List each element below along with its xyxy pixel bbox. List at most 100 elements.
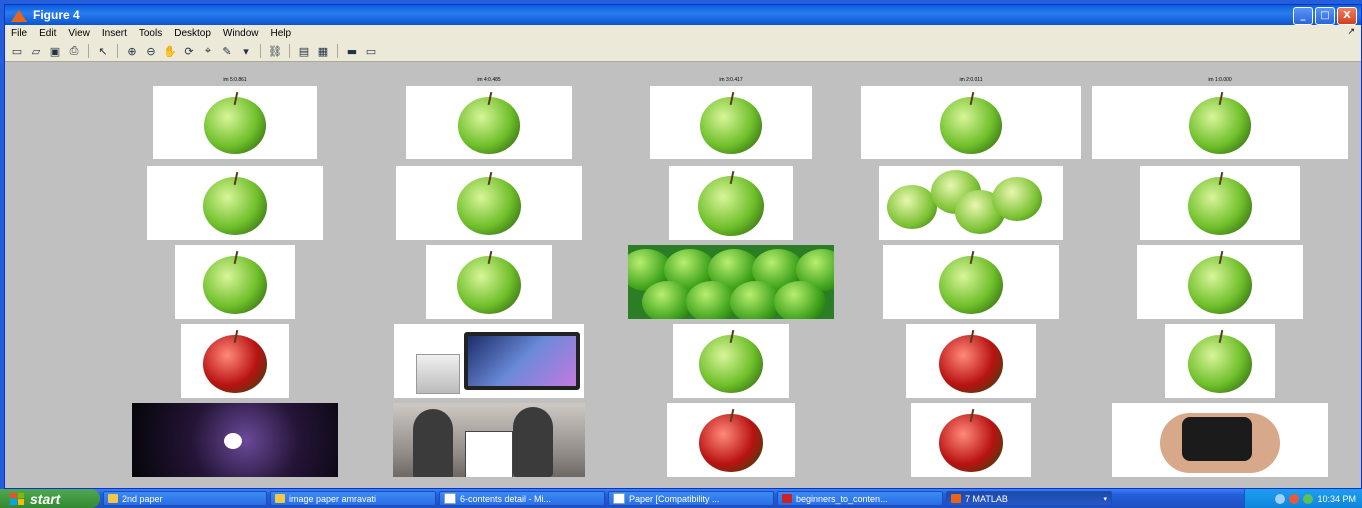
subplot-title: im 4:0.485 [477,77,501,83]
subplot-title [175,236,295,243]
show-plot-tools-icon[interactable]: ▭ [363,43,379,59]
dock-arrow-icon[interactable]: ↗ [1347,26,1355,37]
apple-shape [699,335,763,393]
rotate-3d-icon[interactable]: ⟳ [181,43,197,59]
taskbar-item-label: image paper amravati [289,493,377,504]
network-icon[interactable] [1275,493,1286,504]
apple-shape [1188,335,1252,393]
window-title: Figure 4 [33,8,80,22]
subplot-title [1160,236,1280,243]
edit-plot-arrow-icon[interactable]: ↖ [95,43,111,59]
image-tile-green-apple [1092,86,1348,159]
menu-tools[interactable]: Tools [133,28,168,39]
taskbar-item[interactable]: Paper [Compatibility ... [608,491,774,506]
image-tile-apple-logo-dark [132,403,338,477]
apple-shape [697,175,765,237]
apple-shape [699,97,763,154]
title-bar[interactable]: Figure 4 _ □ X [5,5,1361,25]
start-button[interactable]: start [0,489,100,508]
folder-icon [275,494,285,503]
image-tile-green-apple-wet [147,166,323,240]
taskbar-item[interactable]: 2nd paper [103,491,267,506]
figure-canvas: im 5:0.861 im 4:0.485 im 3:0.417 im 2:0.011… [5,62,1361,488]
apple-shape [1188,177,1252,235]
legend-icon[interactable]: ▦ [315,43,331,59]
toolbar-separator [337,44,338,58]
taskbar-item[interactable]: 6-contents detail - Mi... [439,491,605,506]
image-tile-iphone-promo-photo [393,403,585,477]
windows-logo-icon [10,492,24,505]
menu-view[interactable]: View [62,28,96,39]
maximize-button[interactable]: □ [1315,7,1335,25]
toolbar-separator [117,44,118,58]
apple-tv-box [1182,417,1252,461]
subplot-title [911,394,1031,401]
image-tile-green-apple [426,245,552,319]
zoom-out-icon[interactable]: ⊖ [143,43,159,59]
menu-help[interactable]: Help [265,28,298,39]
taskbar-item[interactable]: beginners_to_conten... [777,491,943,506]
matlab-icon [11,8,27,22]
hide-plot-tools-icon[interactable]: ▬ [344,43,360,59]
folder-icon [108,494,118,503]
taskbar-item-label: 7 MATLAB [965,493,1008,504]
subplot-title [175,394,295,401]
person-figure [513,407,553,477]
apple-shape [939,414,1003,472]
image-tile-green-apple [1165,324,1275,398]
start-label: start [30,490,61,507]
apple-shape [203,256,267,314]
apple-shape [992,177,1042,222]
matlab-icon [951,494,961,503]
zoom-in-icon[interactable]: ⊕ [124,43,140,59]
security-icon[interactable] [1289,493,1300,504]
taskbar-item[interactable]: 7 MATLAB ▾ [946,491,1112,506]
apple-shape [203,335,267,393]
subplot-title [911,157,1031,164]
word-doc-icon [613,493,625,504]
colorbar-icon[interactable]: ▤ [296,43,312,59]
menu-window[interactable]: Window [217,28,265,39]
new-figure-icon[interactable]: ▭ [9,43,25,59]
subplot-title [1160,315,1280,322]
brush-dropdown-icon[interactable]: ▾ [238,43,254,59]
link-plot-icon[interactable]: ⛓ [267,43,283,59]
menu-edit[interactable]: Edit [33,28,62,39]
data-cursor-icon[interactable]: ⌖ [200,43,216,59]
taskbar-item-label: 6-contents detail - Mi... [460,493,552,504]
menu-file[interactable]: File [5,28,33,39]
image-tile-green-apple [153,86,317,159]
image-tile-green-apples-pile [628,245,834,319]
person-figure [413,409,453,477]
word-doc-icon [444,493,456,504]
subplot-title: im 2:0.011 [959,77,983,83]
image-tile-red-apple [667,403,795,477]
print-icon[interactable]: ⎙ [66,43,82,59]
menu-desktop[interactable]: Desktop [168,28,217,39]
menu-insert[interactable]: Insert [96,28,133,39]
pan-hand-icon[interactable]: ✋ [162,43,178,59]
minimize-button[interactable]: _ [1293,7,1313,25]
image-tile-green-apple [673,324,789,398]
toolbar-separator [88,44,89,58]
imac-screen [464,332,580,390]
close-button[interactable]: X [1337,7,1357,25]
brush-icon[interactable]: ✎ [219,43,235,59]
taskbar: start 2nd paper image paper amravati 6-con… [0,489,1362,508]
subplot-title: im 3:0.417 [719,77,743,83]
apple-shape [699,414,763,472]
image-tile-apple-tv-device [1112,403,1328,477]
chevron-down-icon: ▾ [1103,495,1107,503]
open-file-icon[interactable]: ▱ [28,43,44,59]
menu-bar: File Edit View Insert Tools Desktop Window Help… [5,25,1361,41]
subplot-title [429,394,549,401]
toolbar-separator [260,44,261,58]
figure-toolbar: ▭ ▱ ▣ ⎙ ↖ ⊕ ⊖ ✋ ⟳ ⌖ ✎ ▾ ⛓ ▤ ▦ ▬ ▭ [5,41,1361,62]
subplot-title [429,236,549,243]
update-icon[interactable] [1303,493,1314,504]
toolbar-separator [289,44,290,58]
taskbar-item[interactable]: image paper amravati [270,491,436,506]
subplot-title [671,157,791,164]
apple-shape [203,177,267,235]
save-icon[interactable]: ▣ [47,43,63,59]
